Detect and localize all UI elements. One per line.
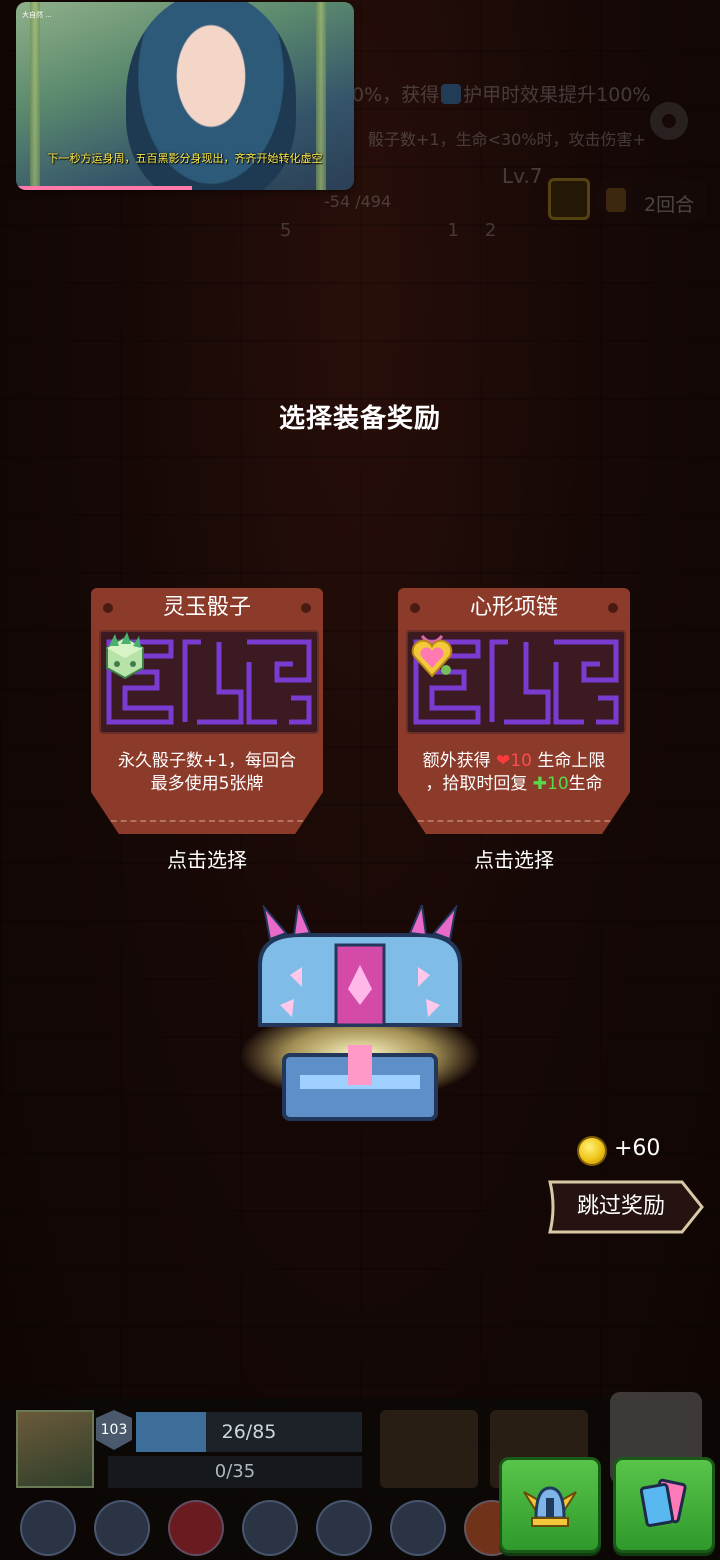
- skill-icon[interactable]: [390, 1500, 446, 1556]
- skill-icon[interactable]: [168, 1500, 224, 1556]
- skill-icon[interactable]: [20, 1500, 76, 1556]
- coin-reward: +60: [614, 1136, 661, 1161]
- rivet-icon: [608, 603, 618, 613]
- cards-icon: [639, 1478, 687, 1527]
- notification-progress: [16, 186, 192, 190]
- coin-icon: [577, 1136, 607, 1166]
- heart-icon: ❤: [496, 751, 511, 771]
- select-button[interactable]: 点击选择: [398, 844, 630, 873]
- item-slot[interactable]: [380, 1410, 478, 1488]
- skill-icon[interactable]: [242, 1500, 298, 1556]
- card-title: 心形项链: [398, 588, 630, 628]
- card-title: 灵玉骰子: [91, 588, 323, 628]
- reward-card-heart-necklace[interactable]: 额外获得 ❤10 生命上限 ，拾取时回复 ✚10生命 心形项链 点击选择: [398, 588, 630, 872]
- player-hp-bar: 26/85: [136, 1412, 362, 1452]
- player-shield-bar: 0/35: [108, 1456, 362, 1488]
- hp-text: 26/85: [221, 1421, 277, 1443]
- notification-caption: 下一秒方运身周，五百黑影分身现出，齐齐开始转化虚空: [47, 152, 323, 165]
- heal-plus-icon: ✚: [532, 774, 547, 794]
- maze-frame: [406, 630, 626, 734]
- jade-dice-icon: [106, 632, 144, 680]
- equipment-button[interactable]: [499, 1457, 601, 1553]
- rivet-icon: [410, 603, 420, 613]
- card-description: 永久骰子数+1，每回合 最多使用5张牌: [117, 751, 297, 794]
- rivet-icon: [103, 603, 113, 613]
- heart-necklace-icon: [411, 634, 453, 678]
- card-body: 永久骰子数+1，每回合 最多使用5张牌: [91, 624, 323, 834]
- reward-card-jade-dice[interactable]: 永久骰子数+1，每回合 最多使用5张牌 灵玉骰子 点击选择: [91, 588, 323, 872]
- story-notification[interactable]: 大自然 ... 下一秒方运身周，五百黑影分身现出，齐齐开始转化虚空: [16, 2, 354, 190]
- card-stitch: [408, 820, 620, 822]
- card-description: 额外获得 ❤10 生命上限 ，拾取时回复 ✚10生命: [422, 751, 606, 794]
- maze-frame: [99, 630, 319, 734]
- select-button[interactable]: 点击选择: [91, 844, 323, 873]
- skill-icon[interactable]: [316, 1500, 372, 1556]
- page-title: 选择装备奖励: [278, 404, 441, 434]
- card-stitch: [101, 820, 313, 822]
- skill-icon[interactable]: [94, 1500, 150, 1556]
- avatar[interactable]: [16, 1410, 94, 1488]
- shield-text: 0/35: [214, 1461, 256, 1482]
- treasure-chest-icon[interactable]: [240, 905, 480, 1130]
- skill-row: [20, 1500, 520, 1556]
- cards-button[interactable]: [613, 1457, 715, 1553]
- helmet-icon: [523, 1486, 577, 1527]
- rivet-icon: [301, 603, 311, 613]
- card-body: 额外获得 ❤10 生命上限 ，拾取时回复 ✚10生命: [398, 624, 630, 834]
- skip-label: 跳过奖励: [576, 1194, 665, 1219]
- skip-reward-button[interactable]: 跳过奖励: [546, 1176, 706, 1238]
- notification-source: 大自然 ...: [22, 11, 52, 19]
